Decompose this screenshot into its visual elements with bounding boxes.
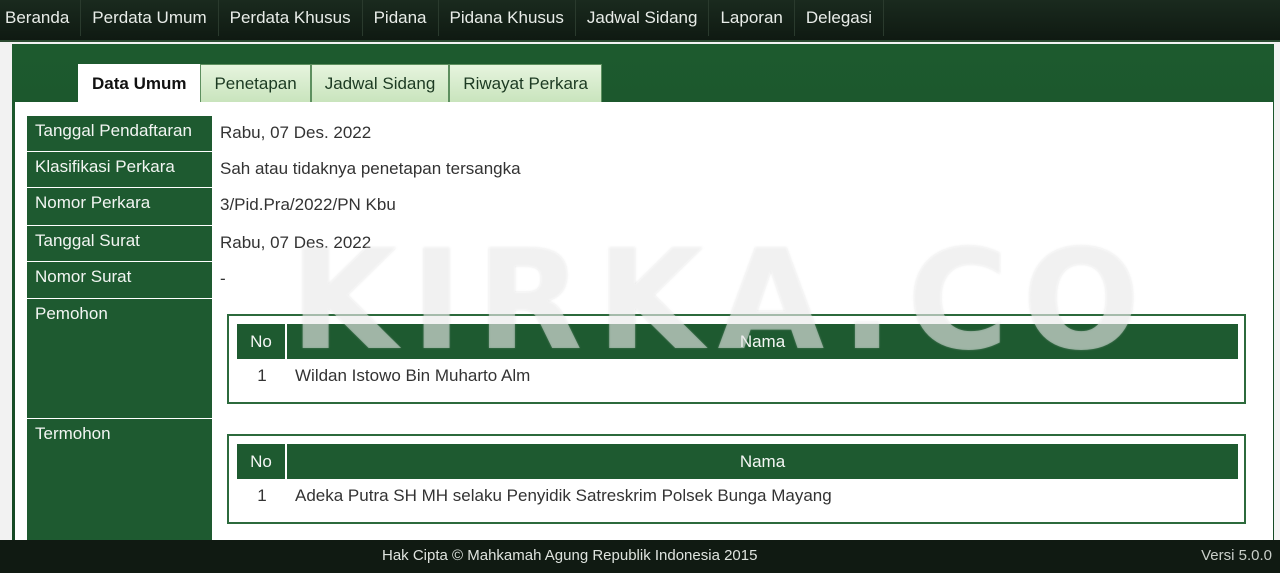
termohon-table: No Nama 1 Adeka Putra SH MH selaku Penyi… [227, 434, 1246, 524]
column-header-nama: Nama [739, 331, 786, 351]
nav-item-laporan[interactable]: Laporan [709, 0, 795, 36]
detail-label: Pemohon [27, 299, 212, 419]
detail-tabs: Data Umum Penetapan Jadwal Sidang Riwaya… [78, 64, 603, 102]
detail-value: Rabu, 07 Des. 2022 [220, 123, 372, 142]
nav-item-jadwal-sidang[interactable]: Jadwal Sidang [576, 0, 710, 36]
detail-row-nomor-surat: Nomor Surat - [27, 262, 1267, 299]
detail-label: Tanggal Pendaftaran [27, 116, 212, 152]
copyright-text: Hak Cipta © Mahkamah Agung Republik Indo… [382, 547, 758, 564]
detail-value: Sah atau tidaknya penetapan tersangka [220, 159, 521, 178]
data-umum-panel: Tanggal Pendaftaran Rabu, 07 Des. 2022 K… [15, 102, 1273, 544]
table-row: 1 Wildan Istowo Bin Muharto Alm [237, 359, 1238, 393]
column-header-nama: Nama [739, 451, 786, 471]
cell-nama: Adeka Putra SH MH selaku Penyidik Satres… [295, 486, 832, 505]
detail-row-klasifikasi-perkara: Klasifikasi Perkara Sah atau tidaknya pe… [27, 152, 1267, 188]
detail-label: Nomor Surat [27, 262, 212, 299]
column-header-no: No [237, 444, 287, 479]
detail-value: Rabu, 07 Des. 2022 [220, 233, 372, 252]
detail-label: Tanggal Surat [27, 226, 212, 262]
nav-item-pidana[interactable]: Pidana [363, 0, 439, 36]
version-text: Versi 5.0.0 [1201, 547, 1272, 564]
table-row: 1 Adeka Putra SH MH selaku Penyidik Satr… [237, 479, 1238, 513]
column-header-no: No [237, 324, 287, 359]
detail-row-pemohon: Pemohon No Nama 1 Wildan Istowo Bin Muha… [27, 299, 1267, 419]
tab-penetapan[interactable]: Penetapan [200, 64, 311, 102]
tab-data-umum[interactable]: Data Umum [78, 64, 201, 102]
detail-value: 3/Pid.Pra/2022/PN Kbu [220, 195, 396, 214]
cell-nama: Wildan Istowo Bin Muharto Alm [295, 366, 531, 385]
detail-label: Klasifikasi Perkara [27, 152, 212, 188]
detail-row-tanggal-surat: Tanggal Surat Rabu, 07 Des. 2022 [27, 226, 1267, 262]
nav-item-beranda[interactable]: Beranda [0, 0, 82, 36]
termohon-table-header: No Nama [237, 444, 1238, 479]
nav-item-perdata-khusus[interactable]: Perdata Khusus [219, 0, 363, 36]
cell-no: 1 [257, 366, 267, 385]
pemohon-table-header: No Nama [237, 324, 1238, 359]
footer: Hak Cipta © Mahkamah Agung Republik Indo… [0, 540, 1280, 573]
nav-item-delegasi[interactable]: Delegasi [795, 0, 885, 36]
detail-row-tanggal-pendaftaran: Tanggal Pendaftaran Rabu, 07 Des. 2022 [27, 116, 1267, 152]
cell-no: 1 [257, 486, 267, 505]
nav-item-perdata-umum[interactable]: Perdata Umum [81, 0, 219, 36]
tab-jadwal-sidang[interactable]: Jadwal Sidang [310, 64, 450, 102]
main-frame: Data Umum Penetapan Jadwal Sidang Riwaya… [12, 44, 1274, 544]
nav-item-pidana-khusus[interactable]: Pidana Khusus [439, 0, 576, 36]
detail-label: Termohon [27, 419, 212, 544]
detail-value: - [220, 269, 226, 288]
pemohon-table: No Nama 1 Wildan Istowo Bin Muharto Alm [227, 314, 1246, 404]
tab-riwayat-perkara[interactable]: Riwayat Perkara [449, 64, 603, 102]
detail-row-nomor-perkara: Nomor Perkara 3/Pid.Pra/2022/PN Kbu [27, 188, 1267, 226]
detail-label: Nomor Perkara [27, 188, 212, 226]
detail-row-termohon: Termohon No Nama 1 Adeka Putra SH MH sel… [27, 419, 1267, 544]
top-navigation: Beranda Perdata Umum Perdata Khusus Pida… [0, 0, 1280, 42]
